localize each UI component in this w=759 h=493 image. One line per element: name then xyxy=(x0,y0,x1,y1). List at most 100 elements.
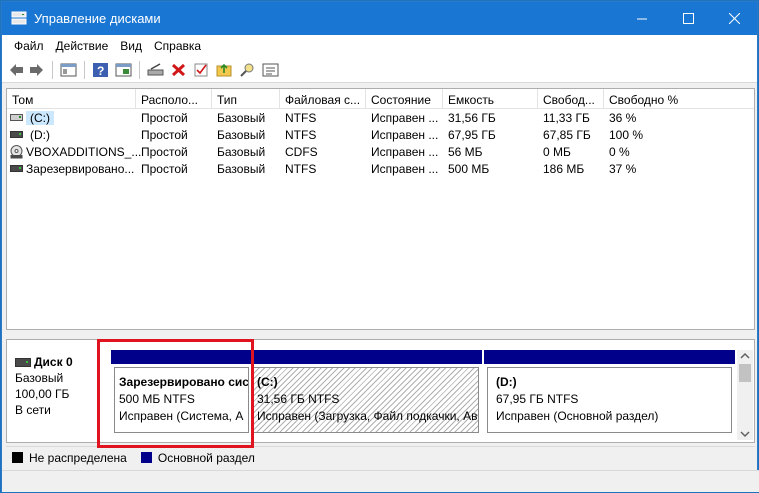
volume-layout: Простой xyxy=(141,128,188,142)
menu-file[interactable]: Файл xyxy=(8,39,50,53)
cd-icon xyxy=(10,145,23,159)
table-row[interactable]: Зарезервировано... Простой Базовый NTFS … xyxy=(7,161,754,178)
partition-status: Исправен (Загрузка, Файл подкачки, Ав xyxy=(257,409,478,423)
volume-free-percent: 100 % xyxy=(609,128,644,142)
volume-capacity: 500 МБ xyxy=(448,162,490,176)
partition-reserved[interactable]: Зарезервировано сис 500 МБ NTFS Исправен… xyxy=(111,350,252,436)
partition-size: 500 МБ NTFS xyxy=(119,392,195,406)
minimize-button[interactable] xyxy=(619,2,665,35)
disk-icon xyxy=(15,357,31,367)
volume-capacity: 67,95 ГБ xyxy=(448,128,496,142)
partition-body: Зарезервировано сис 500 МБ NTFS Исправен… xyxy=(114,367,249,433)
drive-icon xyxy=(10,165,23,172)
column-header-layout[interactable]: Располо... xyxy=(136,89,212,109)
volume-free-percent: 37 % xyxy=(609,162,637,176)
volume-list[interactable]: Том Располо... Тип Файловая с... Состоян… xyxy=(6,88,755,330)
volume-type: Базовый xyxy=(217,162,266,176)
status-bar xyxy=(2,470,759,492)
volume-status: Исправен ... xyxy=(371,128,439,142)
menu-view[interactable]: Вид xyxy=(114,39,148,53)
volume-status: Исправен ... xyxy=(371,162,439,176)
volume-free: 186 МБ xyxy=(543,162,585,176)
scroll-thumb[interactable] xyxy=(739,364,751,382)
partition-title: Зарезервировано сис xyxy=(119,375,249,389)
partition-title: (C:) xyxy=(257,375,278,389)
table-row[interactable]: (D:) Простой Базовый NTFS Исправен ... 6… xyxy=(7,127,754,144)
primary-partition-swatch xyxy=(140,452,152,463)
check-properties-icon[interactable] xyxy=(193,62,210,78)
disk-size: 100,00 ГБ xyxy=(15,387,70,401)
drive-icon xyxy=(10,114,23,121)
volume-name: (D:) xyxy=(30,128,50,142)
volume-name: Зарезервировано... xyxy=(26,162,135,176)
volume-filesystem: NTFS xyxy=(285,111,317,125)
volume-free: 0 МБ xyxy=(543,145,571,159)
partition-c[interactable]: (C:) 31,56 ГБ NTFS Исправен (Загрузка, Ф… xyxy=(252,350,482,436)
partition-body: (D:) 67,95 ГБ NTFS Исправен (Основной ра… xyxy=(487,367,732,433)
close-button[interactable] xyxy=(711,2,757,35)
drive-icon xyxy=(10,131,23,138)
column-header-free[interactable]: Свобод... xyxy=(538,89,604,109)
partition-bar xyxy=(111,350,252,364)
volume-filesystem: NTFS xyxy=(285,128,317,142)
search-icon[interactable] xyxy=(239,62,256,78)
partition-size: 67,95 ГБ NTFS xyxy=(496,392,579,406)
volume-status: Исправен ... xyxy=(371,145,439,159)
menu-action[interactable]: Действие xyxy=(50,39,115,53)
volume-free: 67,85 ГБ xyxy=(543,128,591,142)
disk-info[interactable]: Диск 0 Базовый 100,00 ГБ В сети xyxy=(15,354,73,418)
partition-d[interactable]: (D:) 67,95 ГБ NTFS Исправен (Основной ра… xyxy=(484,350,735,436)
scroll-up-icon[interactable] xyxy=(737,350,753,362)
volume-capacity: 31,56 ГБ xyxy=(448,111,496,125)
column-header-free-percent[interactable]: Свободно % xyxy=(604,89,754,109)
column-header-filesystem[interactable]: Файловая с... xyxy=(280,89,366,109)
delete-icon[interactable] xyxy=(170,62,187,78)
legend-primary: Основной раздел xyxy=(157,450,255,465)
scroll-down-icon[interactable] xyxy=(737,428,753,440)
volume-free: 11,33 ГБ xyxy=(543,111,590,125)
toolbar: ? xyxy=(2,57,757,83)
menu-help[interactable]: Справка xyxy=(148,39,207,53)
help-icon[interactable]: ? xyxy=(92,62,109,78)
console-tree-icon[interactable] xyxy=(60,62,77,78)
unallocated-swatch xyxy=(12,452,23,463)
volume-capacity: 56 МБ xyxy=(448,145,483,159)
maximize-button[interactable] xyxy=(665,2,711,35)
column-header-type[interactable]: Тип xyxy=(212,89,280,109)
title-bar[interactable]: Управление дисками xyxy=(2,2,757,35)
column-header-volume[interactable]: Том xyxy=(7,89,136,109)
back-arrow-icon[interactable] xyxy=(8,62,25,78)
legend: Не распределена Основной раздел xyxy=(6,446,755,468)
disk-management-app-icon xyxy=(11,11,27,25)
volume-free-percent: 36 % xyxy=(609,111,637,125)
view-list-icon[interactable] xyxy=(262,62,279,78)
volume-layout: Простой xyxy=(141,145,188,159)
column-header-capacity[interactable]: Емкость xyxy=(443,89,538,109)
volume-type: Базовый xyxy=(217,145,266,159)
volume-filesystem: NTFS xyxy=(285,162,317,176)
partition-bar xyxy=(252,350,482,364)
properties-icon[interactable] xyxy=(115,62,132,78)
volume-status: Исправен ... xyxy=(371,111,439,125)
close-icon xyxy=(728,13,740,24)
minimize-icon xyxy=(636,18,647,20)
folder-up-icon[interactable] xyxy=(216,62,233,78)
vertical-scrollbar[interactable] xyxy=(737,350,753,440)
volume-layout: Простой xyxy=(141,111,188,125)
table-row[interactable]: VBOXADDITIONS_... Простой Базовый CDFS И… xyxy=(7,144,754,161)
partition-status: Исправен (Основной раздел) xyxy=(496,409,659,423)
table-row[interactable]: (C:) Простой Базовый NTFS Исправен ... 3… xyxy=(7,110,754,127)
column-header-status[interactable]: Состояние xyxy=(366,89,443,109)
window-title: Управление дисками xyxy=(34,11,161,26)
disk-type: Базовый xyxy=(15,371,64,385)
forward-arrow-icon[interactable] xyxy=(28,62,45,78)
disk-map-pane: Диск 0 Базовый 100,00 ГБ В сети Зарезерв… xyxy=(6,339,755,443)
partition-body: (C:) 31,56 ГБ NTFS Исправен (Загрузка, Ф… xyxy=(253,367,479,433)
partition-bar xyxy=(484,350,735,364)
pane-splitter[interactable] xyxy=(6,332,755,338)
disk-state: В сети xyxy=(15,403,51,417)
connect-drive-icon[interactable] xyxy=(147,62,164,78)
volume-name: VBOXADDITIONS_... xyxy=(26,145,142,159)
maximize-icon xyxy=(682,13,694,24)
partition-size: 31,56 ГБ NTFS xyxy=(257,392,340,406)
